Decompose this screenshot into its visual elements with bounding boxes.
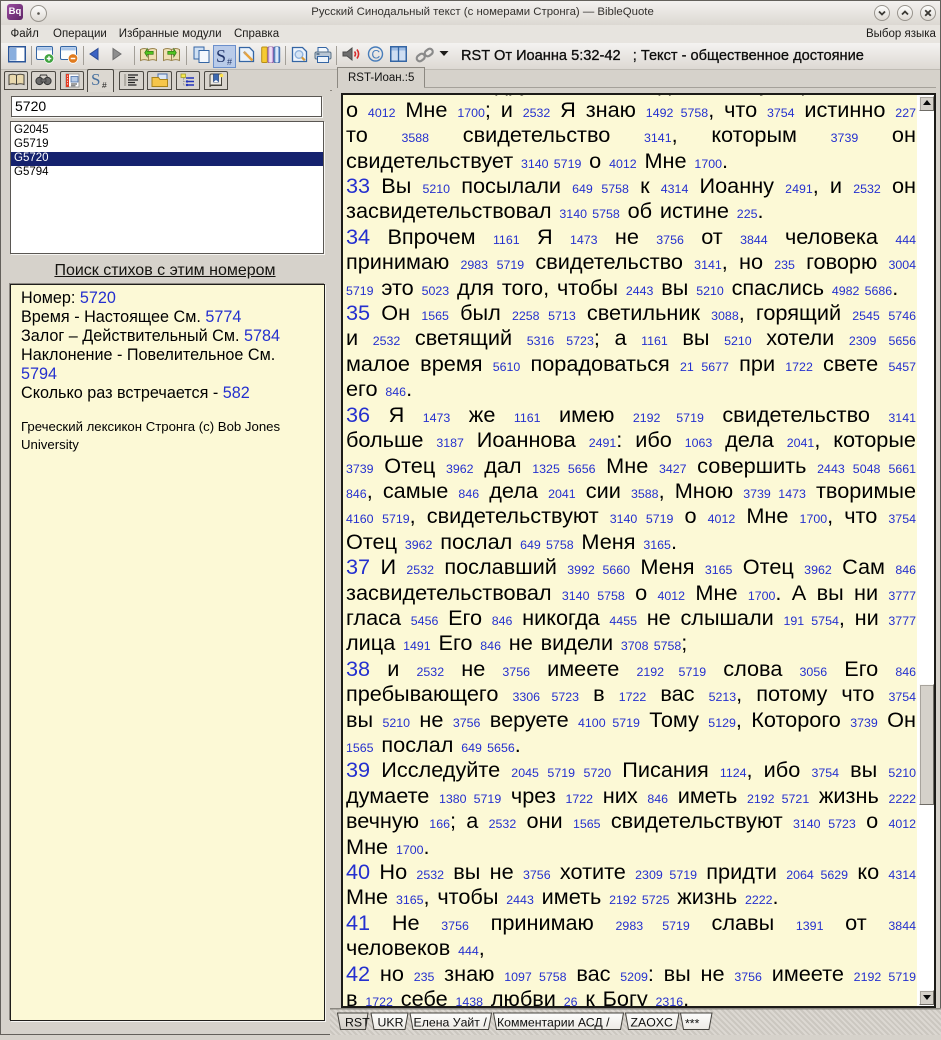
svg-text:S: S: [91, 70, 100, 89]
svg-text:C: C: [372, 48, 381, 62]
svg-text:***: ***: [685, 1017, 700, 1031]
svg-text:S: S: [216, 46, 226, 66]
svg-text:Комментарии АСД /: Комментарии АСД /: [497, 1016, 610, 1030]
svg-text:#: #: [102, 80, 107, 89]
svg-text:UKR: UKR: [378, 1016, 404, 1030]
svg-text:Елена Уайт /: Елена Уайт /: [414, 1016, 488, 1030]
svg-text:#: #: [227, 57, 232, 67]
svg-text:ZAOXC: ZAOXC: [631, 1016, 673, 1030]
svg-text:RST: RST: [345, 1016, 370, 1030]
